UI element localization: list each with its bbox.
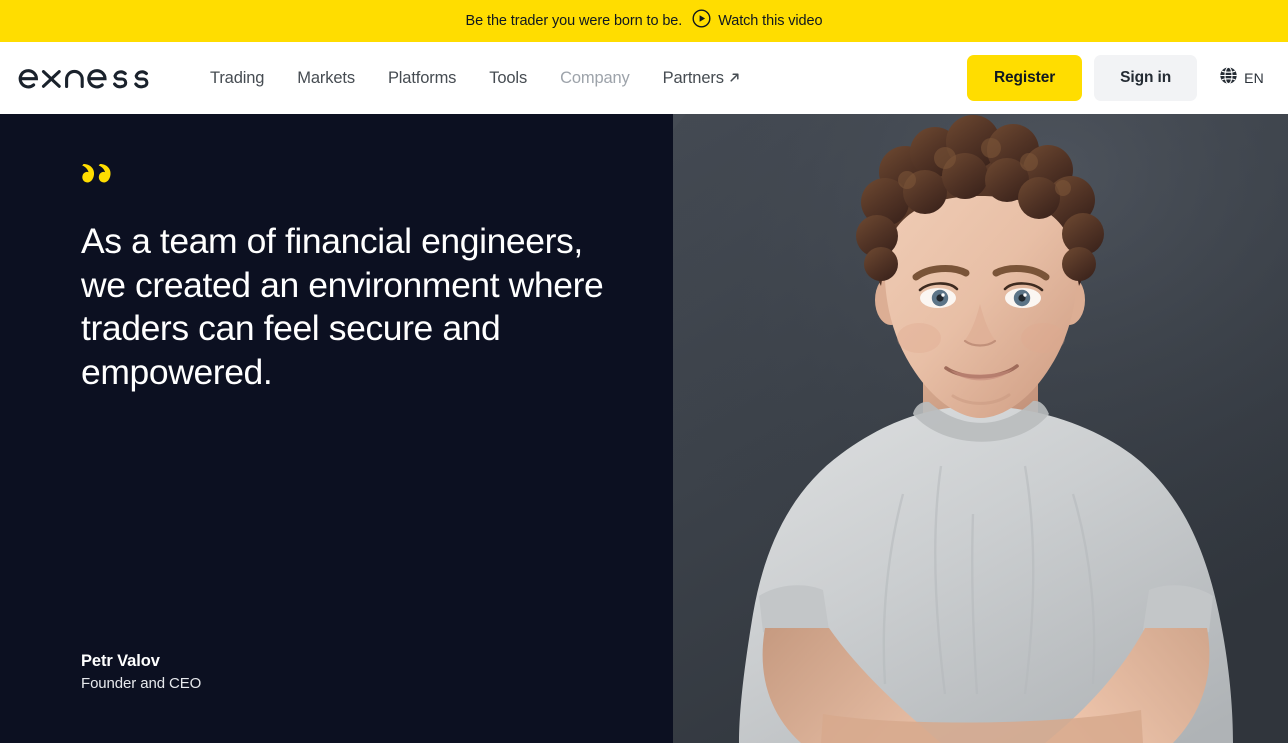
hero-quote-text: As a team of financial engineers, we cre… (81, 221, 604, 392)
site-header: Trading Markets Platforms Tools Company … (0, 42, 1288, 114)
globe-icon (1219, 66, 1238, 90)
sign-in-button[interactable]: Sign in (1094, 55, 1198, 101)
register-button[interactable]: Register (966, 55, 1083, 101)
author-role: Founder and CEO (81, 675, 202, 692)
language-switcher[interactable]: EN (1219, 66, 1266, 90)
nav-item-partners-label: Partners (662, 68, 724, 87)
exness-logo-icon (18, 69, 149, 89)
header-actions: Register Sign in EN (966, 55, 1266, 101)
nav-item-markets[interactable]: Markets (297, 69, 355, 88)
hero-section: As a team of financial engineers, we cre… (0, 114, 1288, 743)
hero-attribution: Petr Valov Founder and CEO (81, 652, 613, 692)
nav-item-tools[interactable]: Tools (489, 69, 527, 88)
nav-item-partners[interactable]: Partners (663, 68, 740, 88)
play-circle-icon (692, 9, 711, 33)
watch-video-label: Watch this video (718, 13, 823, 29)
nav-item-company[interactable]: Company (560, 69, 630, 88)
external-link-arrow-icon (729, 69, 740, 88)
promo-banner: Be the trader you were born to be. Watch… (0, 0, 1288, 42)
watch-video-link[interactable]: Watch this video (692, 9, 823, 33)
portrait-illustration (673, 114, 1288, 743)
nav-item-platforms[interactable]: Platforms (388, 69, 456, 88)
exness-logo[interactable] (18, 63, 168, 93)
promo-banner-message: Be the trader you were born to be. (465, 13, 683, 29)
main-navigation: Trading Markets Platforms Tools Company … (210, 68, 740, 88)
hero-portrait-photo (673, 114, 1288, 743)
double-quote-icon (81, 162, 613, 186)
language-code-label: EN (1244, 70, 1264, 86)
nav-item-trading[interactable]: Trading (210, 69, 264, 88)
author-name: Petr Valov (81, 652, 160, 670)
hero-quote-panel: As a team of financial engineers, we cre… (0, 114, 673, 743)
